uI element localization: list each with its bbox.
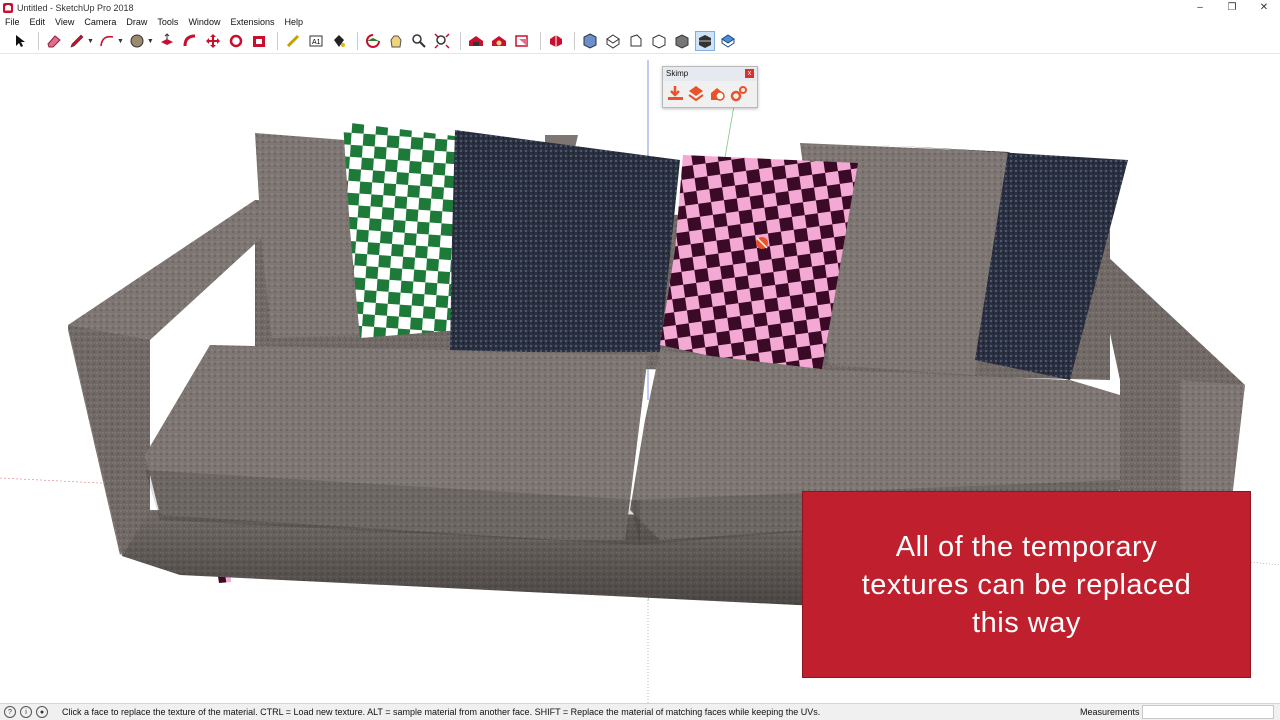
skimp-icon-row [663, 81, 757, 102]
paint-bucket-icon[interactable] [329, 31, 349, 51]
push-pull-icon[interactable] [157, 31, 177, 51]
text-icon[interactable]: A1 [306, 31, 326, 51]
toolbar-separator [356, 32, 358, 50]
extension-warehouse-icon[interactable] [489, 31, 509, 51]
menu-view[interactable]: View [50, 17, 79, 27]
paint-cursor-icon [756, 237, 768, 249]
geo-location-icon[interactable]: ? [4, 706, 16, 718]
status-message: Click a face to replace the texture of t… [62, 707, 821, 717]
circle-icon[interactable] [127, 31, 147, 51]
offset-icon[interactable] [249, 31, 269, 51]
replace-icon[interactable] [709, 85, 726, 102]
warehouse-icon[interactable] [466, 31, 486, 51]
title-bar: Untitled - SketchUp Pro 2018 – ❐ ✕ [0, 0, 1280, 15]
select-icon[interactable] [10, 31, 30, 51]
right-view-icon[interactable] [649, 31, 669, 51]
import-icon[interactable] [667, 85, 684, 102]
menu-edit[interactable]: Edit [25, 17, 51, 27]
menu-extensions[interactable]: Extensions [225, 17, 279, 27]
menu-draw[interactable]: Draw [121, 17, 152, 27]
info-icon[interactable]: i [20, 706, 32, 718]
orbit-icon[interactable] [363, 31, 383, 51]
window-title: Untitled - SketchUp Pro 2018 [17, 2, 134, 13]
settings-icon[interactable] [730, 85, 747, 102]
front-view-icon[interactable] [626, 31, 646, 51]
window-controls: – ❐ ✕ [1184, 0, 1280, 15]
menu-file[interactable]: File [0, 17, 25, 27]
sketchup-window: Untitled - SketchUp Pro 2018 – ❐ ✕ File … [0, 0, 1280, 720]
sofa-left-arm-front [68, 325, 150, 556]
skimp-toolbar-dialog[interactable]: Skimp x [662, 66, 758, 108]
minimize-button[interactable]: – [1184, 0, 1216, 15]
toolbar-separator [573, 32, 575, 50]
main-toolbar: ▼ ▼ ▼ A1 [0, 29, 1280, 54]
section-plane-icon[interactable] [718, 31, 738, 51]
close-icon[interactable]: x [745, 69, 754, 78]
follow-me-icon[interactable] [180, 31, 200, 51]
user-icon[interactable]: ● [36, 706, 48, 718]
caption-card: All of the temporary textures can be rep… [802, 491, 1251, 678]
toolbar-separator [276, 32, 278, 50]
move-icon[interactable] [203, 31, 223, 51]
top-view-icon[interactable] [603, 31, 623, 51]
reduce-icon[interactable] [688, 85, 705, 102]
menu-window[interactable]: Window [183, 17, 225, 27]
rotate-icon[interactable] [226, 31, 246, 51]
measurements-input[interactable] [1142, 705, 1274, 719]
menu-bar: File Edit View Camera Draw Tools Window … [0, 15, 308, 29]
extension-manager-icon[interactable] [546, 31, 566, 51]
zoom-extents-icon[interactable] [432, 31, 452, 51]
toolbar-separator [539, 32, 541, 50]
menu-tools[interactable]: Tools [152, 17, 183, 27]
svg-text:A1: A1 [312, 39, 321, 46]
chevron-down-icon[interactable]: ▼ [87, 38, 94, 45]
tape-measure-icon[interactable] [283, 31, 303, 51]
measurements-label: Measurements [1080, 707, 1140, 717]
chevron-down-icon[interactable]: ▼ [117, 38, 124, 45]
arc-icon[interactable] [97, 31, 117, 51]
zoom-icon[interactable] [409, 31, 429, 51]
menu-camera[interactable]: Camera [79, 17, 121, 27]
caption-text: All of the temporary textures can be rep… [861, 530, 1192, 639]
status-bar: ? i ● Click a face to replace the textur… [0, 703, 1280, 720]
toolbar-separator [38, 32, 39, 50]
eraser-icon[interactable] [44, 31, 64, 51]
layout-icon[interactable] [512, 31, 532, 51]
close-button[interactable]: ✕ [1248, 0, 1280, 15]
iso-view-icon[interactable] [580, 31, 600, 51]
model-viewport[interactable]: Skimp x All of the temporary textures ca… [0, 55, 1280, 703]
pan-icon[interactable] [386, 31, 406, 51]
menu-help[interactable]: Help [279, 17, 308, 27]
skimp-title-bar[interactable]: Skimp x [663, 67, 757, 81]
sketchup-logo-icon [3, 2, 13, 13]
toolbar-separator [459, 32, 461, 50]
pencil-icon[interactable] [67, 31, 87, 51]
navy-pillow [450, 130, 680, 352]
skimp-title: Skimp [666, 69, 689, 78]
left-view-icon[interactable] [694, 31, 715, 51]
back-view-icon[interactable] [672, 31, 692, 51]
restore-button[interactable]: ❐ [1216, 0, 1248, 15]
chevron-down-icon[interactable]: ▼ [147, 38, 154, 45]
